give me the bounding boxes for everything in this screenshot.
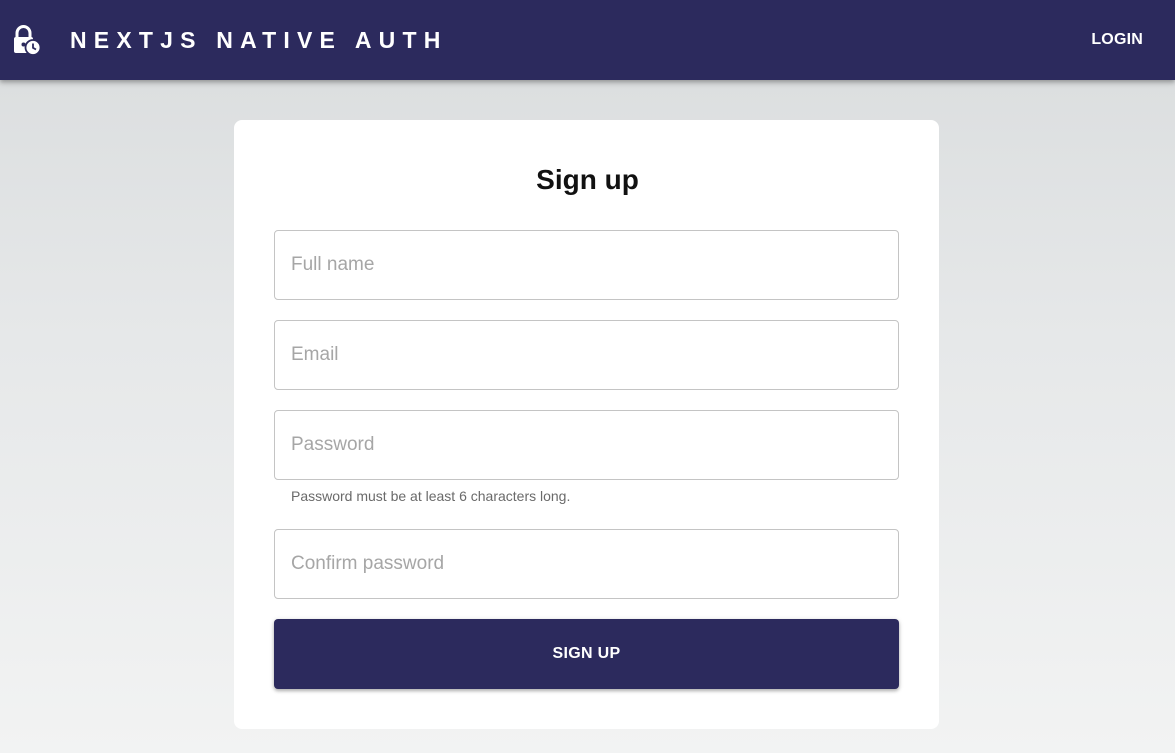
login-button[interactable]: LOGIN (1091, 28, 1143, 52)
app-bar: NEXTJS NATIVE AUTH LOGIN (0, 0, 1175, 80)
email-field[interactable] (274, 320, 899, 390)
confirm-password-input[interactable] (275, 530, 898, 598)
lock-clock-icon (12, 24, 42, 56)
password-input[interactable] (275, 411, 898, 479)
sign-up-button[interactable]: SIGN UP (274, 619, 899, 689)
password-helper-text: Password must be at least 6 characters l… (291, 488, 571, 504)
email-input[interactable] (275, 321, 898, 389)
full-name-field[interactable] (274, 230, 899, 300)
password-field[interactable] (274, 410, 899, 480)
confirm-password-field[interactable] (274, 529, 899, 599)
full-name-input[interactable] (275, 231, 898, 299)
app-title: NEXTJS NATIVE AUTH (70, 27, 448, 53)
page-title: Sign up (536, 164, 639, 195)
